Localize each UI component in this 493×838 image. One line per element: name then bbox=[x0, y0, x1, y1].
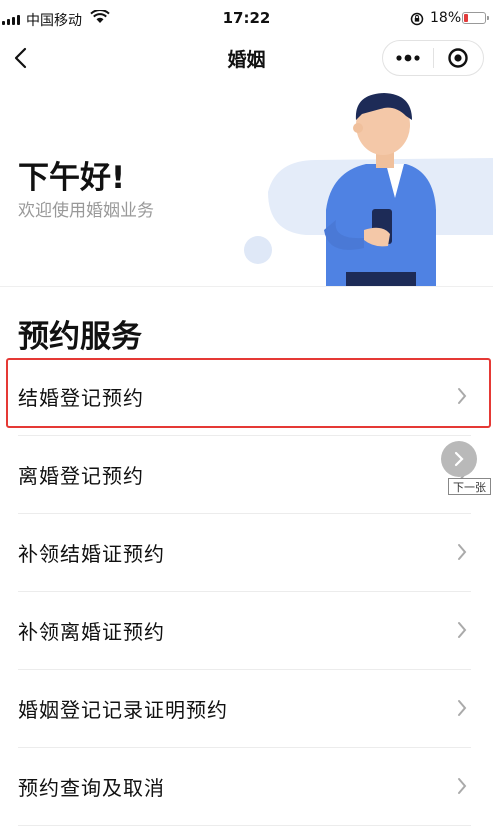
service-list: 结婚登记预约 离婚登记预约 补领结婚证预约 补领离婚证预约 婚姻登记记录证明预约… bbox=[0, 358, 493, 826]
service-item-label: 离婚登记预约 bbox=[18, 464, 144, 488]
chevron-right-icon bbox=[458, 700, 467, 716]
banner-divider bbox=[0, 286, 493, 287]
mini-program-capsule bbox=[382, 40, 484, 76]
chevron-right-icon bbox=[458, 622, 467, 638]
battery-icon bbox=[462, 12, 489, 24]
person-with-phone-illustration bbox=[244, 93, 493, 286]
back-button[interactable] bbox=[6, 42, 38, 74]
service-item-label: 补领离婚证预约 bbox=[18, 620, 165, 644]
chevron-right-icon bbox=[458, 778, 467, 794]
welcome-banner: 下午好! 欢迎使用婚姻业务 bbox=[0, 80, 493, 286]
target-circle-icon bbox=[448, 48, 468, 68]
chevron-right-icon bbox=[458, 388, 467, 404]
section-title: 预约服务 bbox=[18, 319, 142, 355]
chevron-left-icon bbox=[14, 47, 27, 69]
battery-percent: 18% bbox=[430, 10, 462, 26]
greeting-subtitle: 欢迎使用婚姻业务 bbox=[18, 201, 154, 221]
service-item-divorce-registration[interactable]: 离婚登记预约 bbox=[0, 436, 493, 514]
service-item-reissue-divorce-cert[interactable]: 补领离婚证预约 bbox=[0, 592, 493, 670]
next-page-button[interactable] bbox=[441, 441, 477, 477]
service-item-record-certificate[interactable]: 婚姻登记记录证明预约 bbox=[0, 670, 493, 748]
orientation-lock-icon bbox=[410, 12, 424, 26]
service-item-label: 结婚登记预约 bbox=[18, 386, 144, 410]
next-page-tooltip: 下一张 bbox=[448, 478, 491, 495]
nav-bar: 婚姻 bbox=[0, 36, 493, 80]
chevron-right-icon bbox=[454, 451, 464, 467]
status-bar: 中国移动 17:22 18% bbox=[0, 0, 493, 36]
service-item-query-cancel[interactable]: 预约查询及取消 bbox=[0, 748, 493, 826]
greeting-title: 下午好! bbox=[18, 160, 126, 196]
service-item-label: 婚姻登记记录证明预约 bbox=[18, 698, 228, 722]
service-item-marriage-registration[interactable]: 结婚登记预约 bbox=[0, 358, 493, 436]
chevron-right-icon bbox=[458, 544, 467, 560]
service-item-reissue-marriage-cert[interactable]: 补领结婚证预约 bbox=[0, 514, 493, 592]
service-item-label: 预约查询及取消 bbox=[18, 776, 165, 800]
close-mini-program-button[interactable] bbox=[433, 41, 483, 75]
service-item-label: 补领结婚证预约 bbox=[18, 542, 165, 566]
more-dots-icon bbox=[396, 54, 420, 62]
list-separator bbox=[18, 825, 471, 826]
more-button[interactable] bbox=[383, 41, 433, 75]
